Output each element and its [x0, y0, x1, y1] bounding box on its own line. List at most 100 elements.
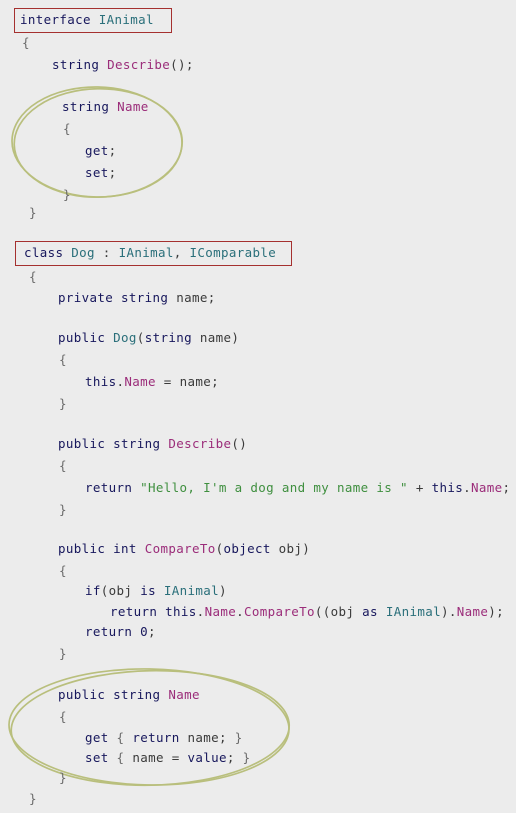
- code-token-kw: public: [58, 330, 106, 345]
- code-token-id: name: [199, 330, 232, 345]
- code-line: return "Hello, I'm a dog and my name is …: [85, 481, 510, 495]
- code-token-kw: string: [52, 57, 100, 72]
- code-line: public int CompareTo(object obj): [58, 542, 310, 556]
- code-token-typ: Dog: [113, 330, 137, 345]
- code-token-kw: set: [85, 750, 109, 765]
- code-token-pun: [105, 541, 113, 556]
- code-token-brc: }: [59, 770, 67, 785]
- code-token-brc: }: [63, 187, 71, 202]
- code-line: {: [22, 36, 30, 50]
- code-line: {: [59, 459, 67, 473]
- code-token-pun: [192, 330, 200, 345]
- code-token-pun: [378, 604, 386, 619]
- code-token-pun: [132, 624, 140, 639]
- code-token-pun: (: [100, 583, 109, 598]
- code-line: private string name;: [58, 291, 216, 305]
- code-token-kw: public: [58, 687, 106, 702]
- code-line: }: [63, 188, 71, 202]
- code-token-pun: .: [196, 604, 205, 619]
- code-token-id: obj: [330, 604, 355, 619]
- code-token-pun: [354, 604, 362, 619]
- code-token-brc: {: [29, 269, 37, 284]
- code-token-pun: :: [94, 245, 119, 260]
- code-token-kw: string: [62, 99, 110, 114]
- code-token-kw: is: [140, 583, 156, 598]
- source-code-block: interface IAnimal{string Describe(); stri…: [0, 0, 516, 813]
- code-token-kw: return: [132, 730, 180, 745]
- code-line: }: [59, 647, 67, 661]
- code-token-pun: +: [407, 480, 432, 495]
- code-token-pun: [105, 330, 113, 345]
- code-line: {: [29, 270, 37, 284]
- code-token-pun: [113, 290, 121, 305]
- code-token-pun: [168, 290, 176, 305]
- code-token-kw: object: [223, 541, 271, 556]
- code-line: }: [59, 503, 67, 517]
- code-token-brc: {: [22, 35, 30, 50]
- code-token-kw: int: [113, 541, 137, 556]
- code-token-pun: =: [163, 750, 188, 765]
- code-token-pun: .: [463, 480, 471, 495]
- code-token-brc: {: [59, 458, 67, 473]
- code-token-pun: ): [302, 541, 311, 556]
- code-token-num: 0: [140, 624, 149, 639]
- code-token-brc: }: [242, 750, 251, 765]
- code-token-kw: set: [85, 165, 109, 180]
- code-token-id: obj: [278, 541, 303, 556]
- code-token-kw: string: [144, 330, 192, 345]
- code-token-id: name: [187, 730, 219, 745]
- code-token-mem: Name: [124, 374, 156, 389]
- code-line: get { return name; }: [85, 731, 243, 745]
- code-token-typ: IAnimal: [163, 583, 219, 598]
- code-line: this.Name = name;: [85, 375, 219, 389]
- code-token-pun: ;: [218, 730, 227, 745]
- code-token-mem: CompareTo: [243, 604, 315, 619]
- code-token-kw: as: [362, 604, 378, 619]
- code-token-mem: Name: [456, 604, 489, 619]
- code-token-pun: ;: [502, 480, 511, 495]
- code-token-pun: (): [231, 436, 248, 451]
- code-token-kw: private: [58, 290, 114, 305]
- code-token-pun: [235, 750, 243, 765]
- code-token-pun: ;: [108, 165, 117, 180]
- code-token-kw: public: [58, 436, 106, 451]
- code-token-kw: return: [110, 604, 158, 619]
- code-line: return this.Name.CompareTo((obj as IAnim…: [110, 605, 504, 619]
- code-token-id: name: [132, 750, 164, 765]
- code-line: return 0;: [85, 625, 156, 639]
- code-token-id: name: [176, 290, 208, 305]
- code-token-pun: [109, 750, 117, 765]
- code-token-pun: [105, 436, 113, 451]
- code-line: {: [59, 353, 67, 367]
- code-token-pun: (: [136, 330, 145, 345]
- code-token-pun: [132, 480, 140, 495]
- code-token-pun: ;: [148, 624, 156, 639]
- code-token-mem: Describe: [107, 57, 171, 72]
- code-token-kw: this: [431, 480, 464, 495]
- code-line: {: [59, 564, 67, 578]
- code-line: set;: [85, 166, 117, 180]
- code-token-kw: public: [58, 541, 106, 556]
- code-line: get;: [85, 144, 117, 158]
- code-token-kw: this: [85, 374, 117, 389]
- code-token-kw: interface: [20, 12, 91, 27]
- code-token-brc: {: [59, 352, 67, 367]
- code-token-pun: [157, 604, 165, 619]
- code-line: string Name: [62, 100, 149, 114]
- code-token-pun: ((: [314, 604, 331, 619]
- code-token-brc: }: [59, 502, 67, 517]
- code-token-mem: CompareTo: [144, 541, 216, 556]
- code-token-typ: Dog: [71, 245, 95, 260]
- code-token-pun: ;: [207, 290, 216, 305]
- code-token-mem: Describe: [168, 436, 232, 451]
- code-token-brc: }: [29, 791, 37, 806]
- code-token-pun: [105, 687, 113, 702]
- code-token-typ: IAnimal: [118, 245, 174, 260]
- code-token-typ: IAnimal: [385, 604, 441, 619]
- code-token-pun: [156, 583, 164, 598]
- code-token-id: name: [179, 374, 212, 389]
- code-line: class Dog : IAnimal, IComparable: [24, 246, 276, 260]
- code-line: {: [59, 710, 67, 724]
- code-line: public Dog(string name): [58, 331, 239, 345]
- code-token-pun: ,: [173, 245, 190, 260]
